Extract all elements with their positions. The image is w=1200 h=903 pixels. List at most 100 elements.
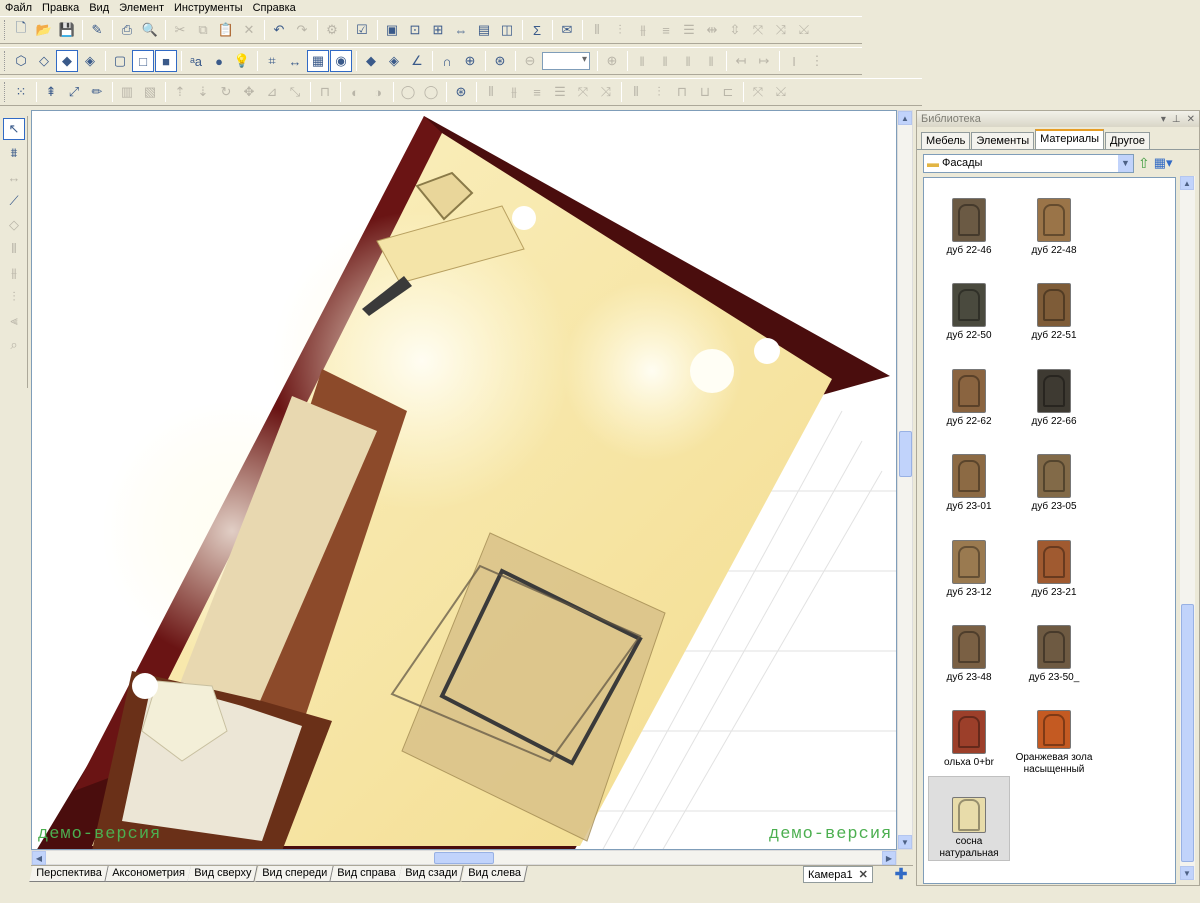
view-frame-icon[interactable]: ▣ <box>381 19 403 41</box>
hd-d-icon[interactable]: ‖ <box>700 50 722 72</box>
new-file-icon[interactable]: 🗋 <box>10 19 32 41</box>
library-item[interactable]: ольха 0+br <box>928 690 1010 775</box>
t3t-icon[interactable]: ⫴ <box>625 81 647 103</box>
t3v-icon[interactable]: ⊓ <box>671 81 693 103</box>
camera-frame-icon[interactable]: ◫ <box>496 19 518 41</box>
align-left-icon[interactable]: ⫴ <box>586 19 608 41</box>
library-tab-3[interactable]: Другое <box>1105 132 1150 149</box>
view-mode-icon[interactable]: ▦▾ <box>1154 155 1173 171</box>
grid-icon[interactable]: ▦ <box>307 50 329 72</box>
text-style-icon[interactable]: ᵃa <box>185 50 207 72</box>
scroll-up-icon[interactable]: ▲ <box>898 111 912 125</box>
t3k-icon[interactable]: ◑ <box>367 81 389 103</box>
camera-tab[interactable]: Камера1 ✕ <box>803 866 873 883</box>
target-icon[interactable]: ⊕ <box>459 50 481 72</box>
vertical-scroll-thumb[interactable] <box>899 431 912 477</box>
toolbar-grip[interactable] <box>4 82 7 102</box>
t3c-icon[interactable]: ⇡ <box>169 81 191 103</box>
t3d-icon[interactable]: ⇣ <box>192 81 214 103</box>
ruler-v-icon[interactable]: I <box>783 50 805 72</box>
library-item[interactable]: дуб 22-62 <box>928 349 1010 434</box>
menu-item-5[interactable]: Справка <box>248 2 301 14</box>
t3r-icon[interactable]: ⤧ <box>572 81 594 103</box>
distribute-icon[interactable]: ≡ <box>655 19 677 41</box>
scroll-right-icon[interactable]: ▶ <box>882 851 896 865</box>
menu-item-2[interactable]: Вид <box>84 2 114 14</box>
t3l-icon[interactable]: ◯ <box>397 81 419 103</box>
t3s-icon[interactable]: ⤨ <box>595 81 617 103</box>
view-tab-0[interactable]: Перспектива <box>29 866 109 882</box>
scroll-down-icon[interactable]: ▼ <box>1180 866 1194 880</box>
dimension-icon[interactable]: ↔ <box>284 50 306 72</box>
magnet-icon[interactable]: ∩ <box>436 50 458 72</box>
library-item[interactable]: дуб 23-01 <box>928 434 1010 519</box>
snap-c-icon[interactable]: ⤩ <box>793 19 815 41</box>
chevron-down-icon[interactable]: ▼ <box>1118 154 1133 172</box>
pointer-move-icon[interactable]: ⤢ <box>63 81 85 103</box>
t3o-icon[interactable]: ⫵ <box>503 81 525 103</box>
folder-up-icon[interactable]: ⇧ <box>1138 155 1150 172</box>
dimension-tool-icon[interactable]: ↔ <box>3 166 25 188</box>
box-hidden-icon[interactable]: ◇ <box>33 50 55 72</box>
select-grid-icon[interactable]: ⁙ <box>10 81 32 103</box>
scroll-up-icon[interactable]: ▲ <box>1180 176 1194 190</box>
t3h-icon[interactable]: ⤡ <box>284 81 306 103</box>
box-dark-icon[interactable]: ◈ <box>79 50 101 72</box>
t3g-icon[interactable]: ⊿ <box>261 81 283 103</box>
t3b-icon[interactable]: ▧ <box>139 81 161 103</box>
snap-icon[interactable]: ⤧ <box>747 19 769 41</box>
ruler-h-icon[interactable]: ↤ <box>730 50 752 72</box>
toolbar-grip[interactable] <box>4 20 7 40</box>
point-snap-icon[interactable]: ◆ <box>360 50 382 72</box>
stop-icon[interactable]: ⊛ <box>450 81 472 103</box>
t3j-icon[interactable]: ◐ <box>344 81 366 103</box>
checklist-icon[interactable]: ☑ <box>351 19 373 41</box>
library-item[interactable]: сосна натуральная <box>928 775 1010 862</box>
t3p-icon[interactable]: ≡ <box>526 81 548 103</box>
delete-icon[interactable]: ✕ <box>238 19 260 41</box>
menu-item-3[interactable]: Элемент <box>114 2 169 14</box>
ruler-h2-icon[interactable]: ↦ <box>753 50 775 72</box>
zoom-in-icon[interactable]: ⊕ <box>601 50 623 72</box>
view-tab-6[interactable]: Вид слева <box>460 866 528 882</box>
horizontal-scroll-thumb[interactable] <box>434 852 494 864</box>
align-center-icon[interactable]: ⫶ <box>609 19 631 41</box>
panel-menu-icon[interactable]: ▾ <box>1161 114 1166 125</box>
menu-item-1[interactable]: Правка <box>37 2 84 14</box>
scroll-down-icon[interactable]: ▼ <box>898 835 912 849</box>
library-item[interactable]: дуб 23-48 <box>928 605 1010 690</box>
align-tool-b-icon[interactable]: ⫵ <box>3 262 25 284</box>
print-icon[interactable]: ⎙ <box>116 19 138 41</box>
library-item[interactable]: дуб 23-50_ <box>1013 605 1095 690</box>
close-icon[interactable]: ✕ <box>1187 114 1195 125</box>
copy-icon[interactable]: ⧉ <box>192 19 214 41</box>
snap-b-icon[interactable]: ⤨ <box>770 19 792 41</box>
t3x-icon[interactable]: ⊏ <box>717 81 739 103</box>
view-tab-4[interactable]: Вид справа <box>330 866 403 882</box>
box-shaded-icon[interactable]: ◆ <box>56 50 78 72</box>
align-right-icon[interactable]: ⫵ <box>632 19 654 41</box>
hd-a-icon[interactable]: ‖ <box>631 50 653 72</box>
library-item[interactable]: дуб 22-66 <box>1013 349 1095 434</box>
t3q-icon[interactable]: ☰ <box>549 81 571 103</box>
box-wire-icon[interactable]: ⬡ <box>10 50 32 72</box>
print-preview-icon[interactable]: 🔍 <box>139 19 161 41</box>
erase-tool-icon[interactable]: ◇ <box>3 214 25 236</box>
distribute-v-icon[interactable]: ☰ <box>678 19 700 41</box>
ruler-v2-icon[interactable]: ⋮ <box>806 50 828 72</box>
library-tab-1[interactable]: Элементы <box>971 132 1035 149</box>
library-tab-0[interactable]: Мебель <box>921 132 971 149</box>
cube-solid-icon[interactable]: ■ <box>155 50 177 72</box>
cube-wire-icon[interactable]: ▢ <box>109 50 131 72</box>
t3w-icon[interactable]: ⊔ <box>694 81 716 103</box>
save-icon[interactable]: 💾 <box>56 19 78 41</box>
cut-icon[interactable]: ✂ <box>169 19 191 41</box>
library-item[interactable]: дуб 22-46 <box>928 178 1010 263</box>
zoom-out-icon[interactable]: ⊖ <box>519 50 541 72</box>
pencil-icon[interactable]: ✏ <box>86 81 108 103</box>
view-tab-3[interactable]: Вид спереди <box>255 866 334 882</box>
select-arrow-icon[interactable]: ↖ <box>3 118 25 140</box>
library-item[interactable]: дуб 23-12 <box>928 520 1010 605</box>
library-item[interactable]: дуб 22-51 <box>1013 263 1095 348</box>
view-tab-5[interactable]: Вид сзади <box>398 866 465 882</box>
